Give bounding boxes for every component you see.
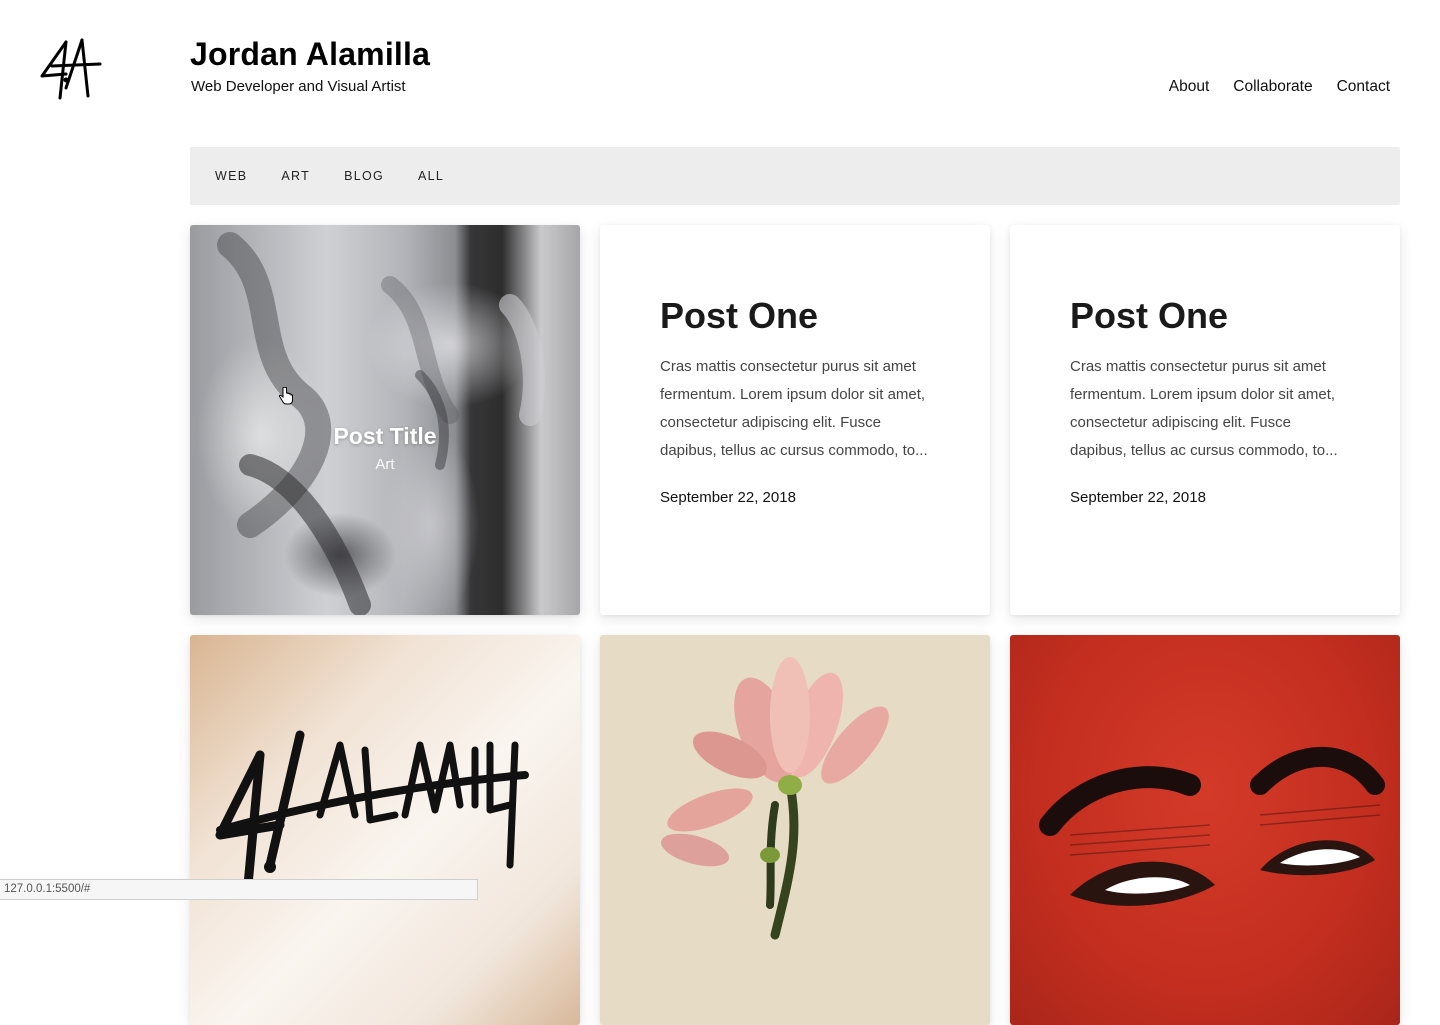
main-nav: About Collaborate Contact [1169, 78, 1390, 96]
post-title[interactable]: Post One [660, 295, 930, 337]
filter-all[interactable]: ALL [418, 169, 444, 183]
filter-art[interactable]: ART [281, 169, 310, 183]
post-excerpt: Cras mattis consectetur purus sit amet f… [1070, 358, 1338, 459]
site-subtitle: Web Developer and Visual Artist [191, 78, 406, 95]
filter-blog[interactable]: BLOG [344, 169, 384, 183]
site-logo[interactable] [36, 36, 106, 106]
hover-overlay [190, 225, 580, 615]
eyes-shapes [1039, 746, 1385, 906]
post-title[interactable]: Post One [1070, 295, 1340, 337]
post-card-text[interactable]: Post One Cras mattis consectetur purus s… [1010, 225, 1400, 615]
post-card-text[interactable]: Post One Cras mattis consectetur purus s… [600, 225, 990, 615]
site-title[interactable]: Jordan Alamilla [190, 34, 430, 74]
post-date: September 22, 2018 [660, 489, 796, 506]
filter-web[interactable]: WEB [215, 169, 247, 183]
post-card-image[interactable] [190, 635, 580, 1025]
post-card-image[interactable]: Post Title Art [190, 225, 580, 615]
nav-about-link[interactable]: About [1169, 78, 1210, 96]
overlay-caption: Post Title Art [190, 423, 580, 473]
signature-strokes [215, 730, 529, 890]
browser-status-bar: 127.0.0.1:5500/# [0, 879, 478, 900]
alamilla-signature-artwork-image [190, 635, 580, 1025]
nav-collaborate-link[interactable]: Collaborate [1233, 78, 1312, 96]
overlay-post-title[interactable]: Post Title [190, 423, 580, 450]
site-header: Jordan Alamilla Web Developer and Visual… [190, 34, 430, 95]
signature-logo-icon [40, 38, 102, 100]
hand-pointer-cursor-icon [278, 387, 293, 405]
post-date: September 22, 2018 [1070, 489, 1206, 506]
pink-magnolia-flower-image [600, 635, 990, 1025]
post-card-image[interactable] [600, 635, 990, 1025]
nav-contact-link[interactable]: Contact [1337, 78, 1390, 96]
category-filter-bar: WEB ART BLOG ALL [190, 147, 1400, 205]
post-card-image[interactable] [1010, 635, 1400, 1025]
red-eyes-illustration-image [1010, 635, 1400, 1025]
overlay-post-category: Art [375, 456, 395, 473]
post-excerpt: Cras mattis consectetur purus sit amet f… [660, 358, 928, 459]
flower-shapes [660, 657, 889, 940]
grayscale-figure-painting-image: Post Title Art [190, 225, 580, 615]
